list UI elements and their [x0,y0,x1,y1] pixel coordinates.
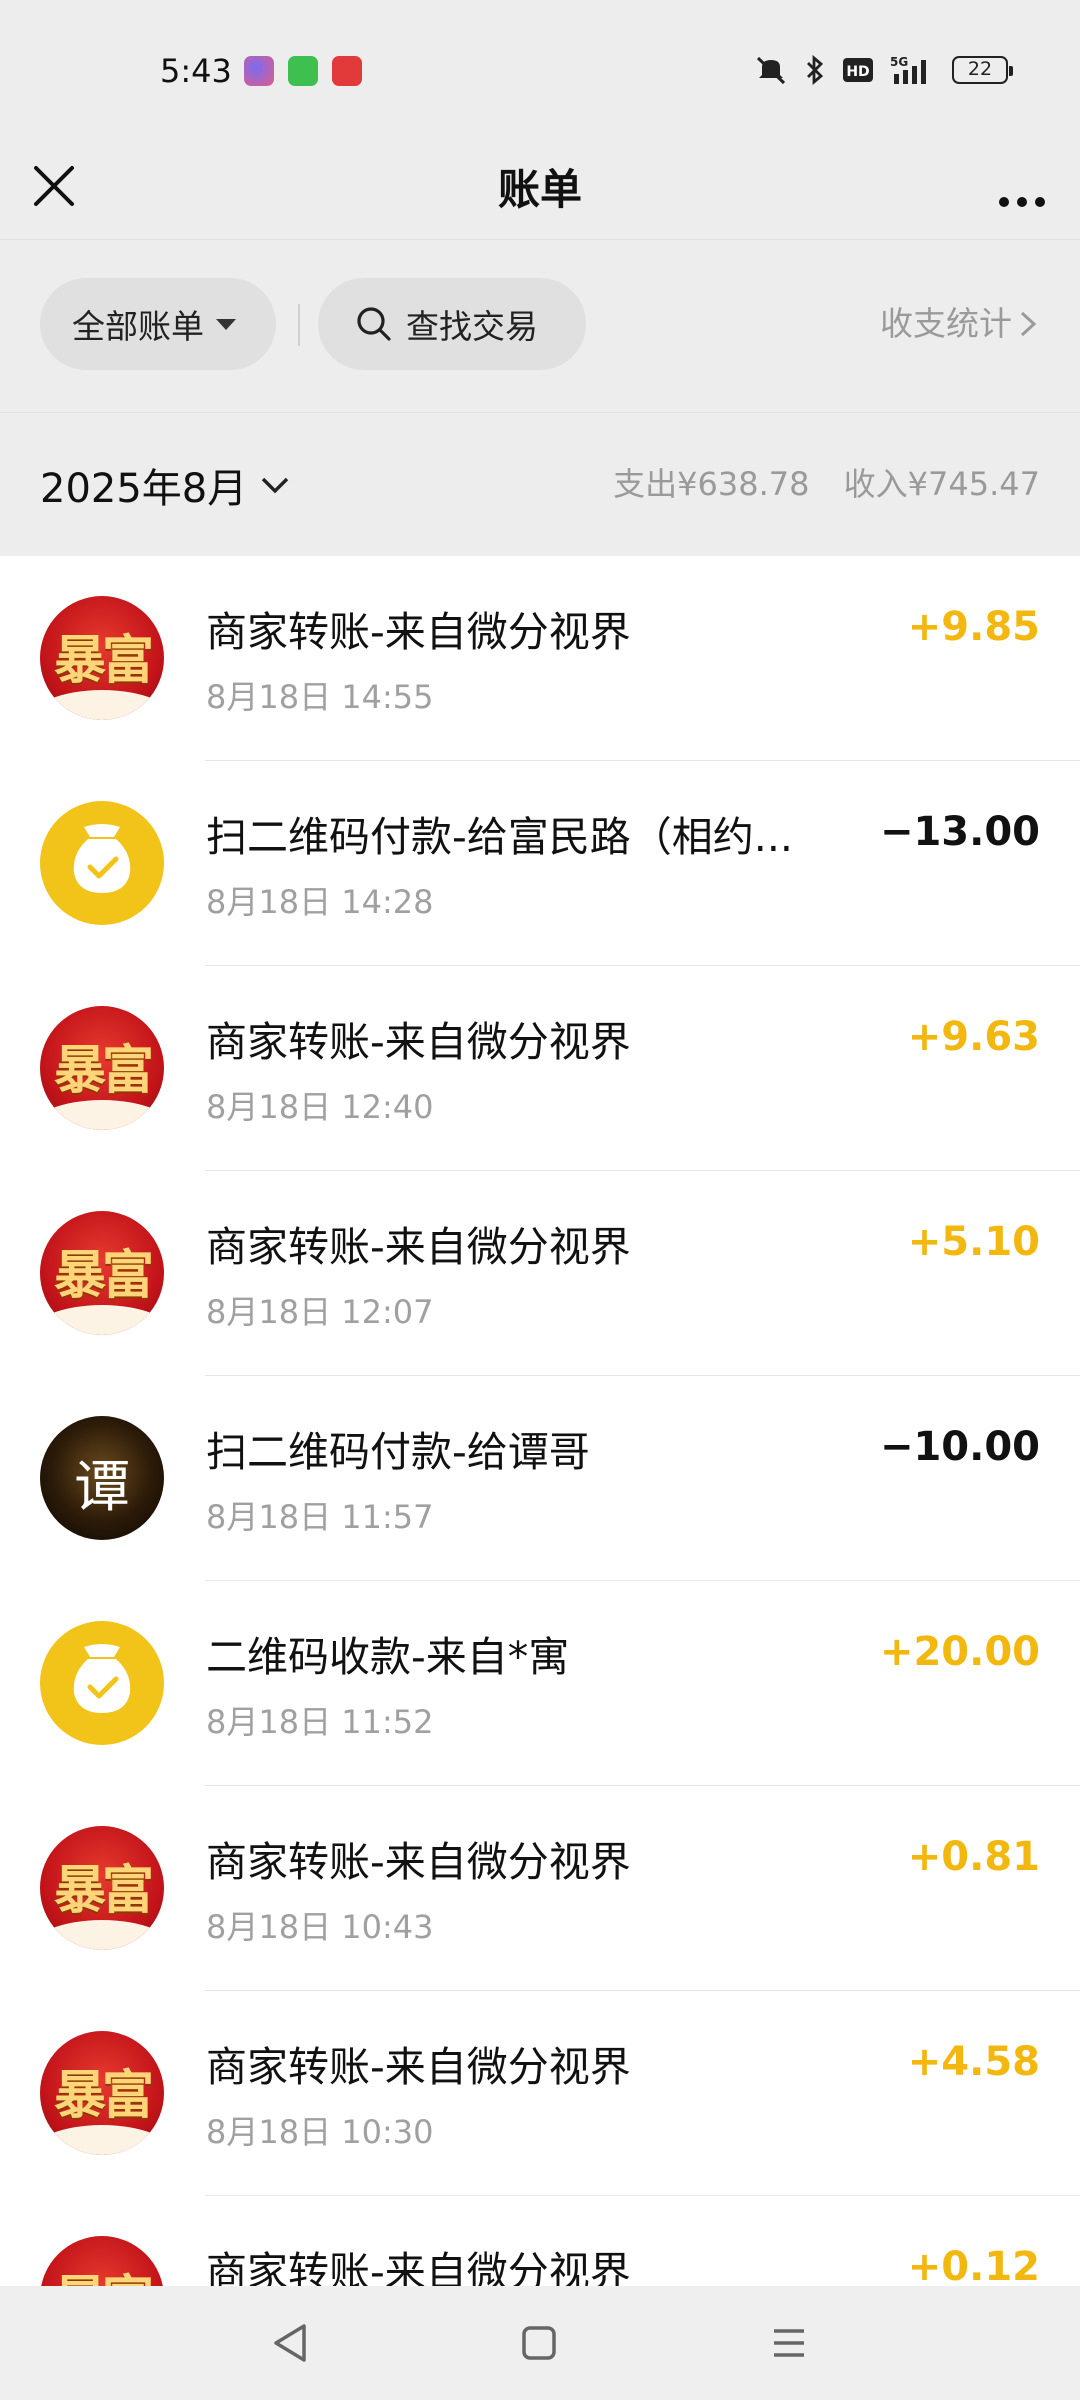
transaction-time: 8月18日 14:55 [206,678,434,716]
transaction-row[interactable]: 暴富 商家转账-来自微分视界 8月18日 10:43 +0.81 [0,1786,1080,1991]
chevron-down-icon [262,477,289,493]
avatar-text: 暴富 [40,2258,164,2286]
transaction-time: 8月18日 10:30 [206,2113,434,2151]
transaction-amount: +0.12 [907,2244,1040,2286]
month-selector[interactable]: 2025年8月 [40,413,293,556]
avatar-text: 暴富 [53,1245,154,1306]
transaction-amount: +9.85 [907,604,1040,650]
transaction-title: 扫二维码付款-给谭哥 [206,1428,590,1476]
all-bills-label: 全部账单 [72,307,204,346]
transaction-row[interactable]: 暴富 商家转账-来自微分视界 8月18日 14:55 +9.85 [0,556,1080,761]
transaction-title: 扫二维码付款-给富民路（相约... [206,813,793,861]
system-nav-bar [0,2286,1080,2400]
merchant-avatar: 暴富 [40,2031,164,2155]
transaction-list: 暴富 商家转账-来自微分视界 8月18日 14:55 +9.85 扫二维码付款-给富民路… [0,556,1080,2286]
recent-apps-icon[interactable] [762,2316,816,2370]
month-expense: 支出¥638.78 [613,465,810,503]
filter-separator [298,304,300,346]
transaction-amount: −13.00 [879,809,1040,855]
search-transactions-button[interactable]: 查找交易 [318,278,586,370]
mute-vibrate-icon [756,56,786,85]
search-icon [357,307,391,341]
transaction-time: 8月18日 10:43 [206,1908,434,1946]
status-bar: 5:43 HD 5G 22 [0,0,1080,140]
money-bag-check-icon [40,801,164,925]
transaction-amount: +9.63 [907,1014,1040,1060]
signal-5g-icon: 5G [890,55,926,84]
chevron-right-icon [1020,311,1037,337]
merchant-avatar: 暴富 [40,596,164,720]
transaction-title: 商家转账-来自微分视界 [206,2043,631,2091]
merchant-avatar: 暴富 [40,1211,164,1335]
month-summary: 支出¥638.78 收入¥745.47 [609,413,1040,556]
transaction-row[interactable]: 暴富 商家转账-来自微分视界 8月18日 10:30 +4.58 [0,1991,1080,2196]
status-app-icons [244,56,362,86]
message-app-icon [288,56,318,86]
transaction-row[interactable]: 暴富 商家转账-来自微分视界 8月18日 12:40 +9.63 [0,966,1080,1171]
filter-bar: 全部账单 查找交易 收支统计 [0,240,1080,412]
transaction-title: 商家转账-来自微分视界 [206,608,631,656]
svg-text:HD: HD [846,64,869,80]
month-income: 收入¥745.47 [843,465,1040,503]
transaction-title: 商家转账-来自微分视界 [206,1838,631,1886]
all-bills-filter[interactable]: 全部账单 [40,278,276,370]
transaction-row[interactable]: 暴富 商家转账-来自微分视界 +0.12 [0,2196,1080,2286]
month-header: 2025年8月 支出¥638.78 收入¥745.47 [0,413,1080,556]
month-label: 2025年8月 [40,465,248,512]
page-title: 账单 [497,165,582,214]
nav-bar: 账单 [0,140,1080,240]
shopping-app-icon [332,56,362,86]
transaction-amount: +20.00 [879,1629,1040,1675]
transaction-row[interactable]: 扫二维码付款-给富民路（相约... 8月18日 14:28 −13.00 [0,761,1080,966]
battery-icon: 22 [952,56,1013,84]
merchant-avatar: 暴富 [40,1006,164,1130]
avatar-text: 暴富 [53,2065,154,2126]
merchant-avatar: 暴富 [40,2236,164,2286]
transaction-amount: +5.10 [907,1219,1040,1265]
transaction-title: 商家转账-来自微分视界 [206,1223,631,1271]
transaction-row[interactable]: 暴富 商家转账-来自微分视界 8月18日 12:07 +5.10 [0,1171,1080,1376]
transaction-time: 8月18日 11:52 [206,1703,434,1741]
hd-icon: HD [843,58,873,82]
transaction-row[interactable]: 二维码收款-来自*寓 8月18日 11:52 +20.00 [0,1581,1080,1786]
stats-label: 收支统计 [880,304,1012,343]
transaction-amount: +0.81 [907,1834,1040,1880]
avatar-text: 暴富 [53,1860,154,1921]
status-time: 5:43 [160,52,232,90]
payee-avatar: 谭 [40,1416,164,1540]
merchant-avatar: 暴富 [40,1826,164,1950]
transaction-time: 8月18日 14:28 [206,883,434,921]
dropdown-triangle-icon [216,318,236,330]
transaction-time: 8月18日 12:40 [206,1088,434,1126]
transaction-time: 8月18日 12:07 [206,1293,434,1331]
more-icon[interactable] [992,166,1052,216]
svg-text:5G: 5G [890,55,908,69]
transaction-amount: −10.00 [879,1424,1040,1470]
avatar-text: 谭 [74,1455,130,1520]
app-notification-icon [244,56,274,86]
avatar-text: 暴富 [53,1040,154,1101]
home-square-icon[interactable] [512,2316,566,2370]
transaction-amount: +4.58 [907,2039,1040,2085]
transaction-title: 商家转账-来自微分视界 [206,1018,631,1066]
transaction-time: 8月18日 11:57 [206,1498,434,1536]
transaction-title: 二维码收款-来自*寓 [206,1633,570,1681]
status-indicators: HD 5G 22 [754,54,1013,86]
income-expense-stats-link[interactable]: 收支统计 [880,278,1040,370]
transaction-row[interactable]: 谭 扫二维码付款-给谭哥 8月18日 11:57 −10.00 [0,1376,1080,1581]
avatar-text: 暴富 [53,630,154,691]
search-label: 查找交易 [406,307,538,346]
bluetooth-icon [807,55,824,85]
money-bag-check-icon [40,1621,164,1745]
transaction-title: 商家转账-来自微分视界 [206,2248,631,2286]
back-triangle-icon[interactable] [264,2316,318,2370]
